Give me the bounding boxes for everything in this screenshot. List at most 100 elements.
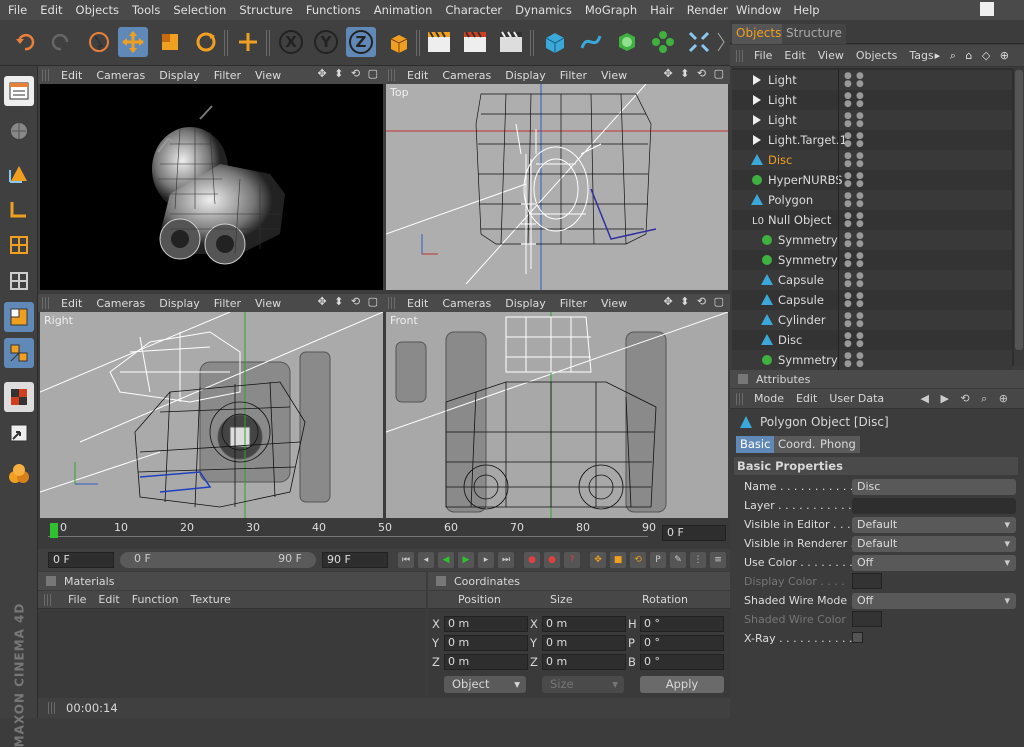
visibility-dots-icon[interactable]: ● ● — [844, 252, 852, 269]
scale-tool-icon[interactable] — [155, 27, 185, 57]
object-row[interactable]: Disc ● ● ● ● — [732, 150, 1012, 170]
spline-icon[interactable] — [576, 27, 606, 57]
object-row[interactable]: Cylinder ● ● ● ● — [732, 310, 1012, 330]
visibility-dots-icon[interactable]: ● ● — [844, 132, 852, 149]
toolbar-more-icon[interactable] — [714, 27, 728, 57]
timeline-menu-icon[interactable]: ≡ — [710, 552, 726, 568]
viewport-nav-icons[interactable]: ✥ ⬍ ⟲ ▢ — [317, 295, 380, 308]
vp3-menu-view[interactable]: View — [248, 297, 288, 310]
menu-hair[interactable]: Hair — [645, 3, 682, 17]
attr-dropdown[interactable]: Default — [852, 535, 1016, 552]
key-position-icon[interactable]: ✥ — [590, 552, 606, 568]
record-icon[interactable]: ● — [524, 552, 540, 568]
object-row[interactable]: HyperNURBS ● ● ● ● — [732, 170, 1012, 190]
end-frame-field[interactable]: 90 F — [322, 552, 388, 568]
next-key-icon[interactable]: ▸ — [478, 552, 494, 568]
menu-dynamics[interactable]: Dynamics — [510, 3, 580, 17]
nurbs-icon[interactable] — [612, 27, 642, 57]
apply-button[interactable]: Apply — [640, 676, 724, 693]
object-name[interactable]: Symmetry — [778, 253, 838, 267]
attr-field[interactable]: Disc — [852, 478, 1016, 495]
object-row[interactable]: Capsule ● ● ● ● — [732, 270, 1012, 290]
materials-menu-file[interactable]: File — [62, 593, 92, 606]
object-name[interactable]: Light — [768, 73, 797, 87]
vp4-menu-edit[interactable]: Edit — [400, 297, 435, 310]
object-row[interactable]: Symmetry ● ● ● ● — [732, 250, 1012, 270]
attr-dropdown[interactable]: Default — [852, 516, 1016, 533]
frame-range-slider[interactable]: 0 F 90 F — [120, 552, 316, 568]
vp4-menu-filter[interactable]: Filter — [553, 297, 594, 310]
deformer-icon[interactable] — [684, 27, 714, 57]
object-row[interactable]: Light.Target.1 ● ● ● ● — [732, 130, 1012, 150]
vp4-menu-cameras[interactable]: Cameras — [435, 297, 498, 310]
rotation-p-field[interactable]: 0 ° — [640, 635, 724, 651]
menu-window[interactable]: Window — [730, 3, 787, 17]
tab-objects[interactable]: Objects — [732, 24, 786, 44]
menu-structure[interactable]: Structure — [234, 3, 301, 17]
xray-checkbox[interactable] — [852, 632, 863, 643]
current-frame-field[interactable]: 0 F — [662, 525, 726, 541]
vp1-menu-filter[interactable]: Filter — [207, 69, 248, 82]
viewport-right[interactable]: Right — [40, 312, 383, 518]
y-axis-lock-button[interactable]: Y — [311, 27, 341, 57]
timeline-playhead[interactable] — [50, 523, 58, 538]
object-row[interactable]: Disc ● ● ● ● — [732, 330, 1012, 350]
rotation-b-field[interactable]: 0 ° — [640, 654, 724, 670]
object-name[interactable]: Polygon — [768, 193, 813, 207]
attr-tab-coord[interactable]: Coord. — [774, 436, 820, 453]
object-name[interactable]: Symmetry — [778, 353, 838, 367]
object-name[interactable]: Capsule — [778, 293, 824, 307]
vp3-menu-cameras[interactable]: Cameras — [89, 297, 152, 310]
coordinate-system-icon[interactable] — [384, 27, 414, 57]
x-axis-lock-button[interactable]: X — [276, 27, 306, 57]
render-settings-icon[interactable] — [496, 27, 526, 57]
visibility-dots-icon[interactable]: ● ● — [844, 292, 852, 309]
size-z-field[interactable]: 0 m — [542, 654, 626, 670]
snap-icon[interactable] — [4, 418, 34, 448]
move-tool-icon[interactable] — [118, 27, 148, 57]
viewport-nav-icons[interactable]: ✥ ⬍ ⟲ ▢ — [317, 67, 380, 80]
menu-mograph[interactable]: MoGraph — [580, 3, 645, 17]
coordinate-mode-dropdown[interactable]: Object ▾ — [444, 676, 526, 693]
visibility-dots-icon[interactable]: ● ● — [844, 332, 852, 349]
object-row[interactable]: Capsule ● ● ● ● — [732, 290, 1012, 310]
undo-icon[interactable] — [10, 27, 40, 57]
menu-functions[interactable]: Functions — [301, 3, 369, 17]
visibility-dots-icon[interactable]: ● ● — [844, 92, 852, 109]
timeline-ruler[interactable]: 0 10 20 30 40 50 60 70 80 90 0 F — [38, 519, 730, 549]
position-z-field[interactable]: 0 m — [444, 654, 528, 670]
object-row[interactable]: Light ● ● ● ● — [732, 110, 1012, 130]
key-scale-icon[interactable]: ■ — [610, 552, 626, 568]
vp3-menu-filter[interactable]: Filter — [207, 297, 248, 310]
om-menu-file[interactable]: File — [748, 49, 778, 62]
visibility-dots-icon[interactable]: ● ● — [844, 192, 852, 209]
workplane-mode-icon[interactable] — [4, 302, 34, 332]
position-y-field[interactable]: 0 m — [444, 635, 528, 651]
visibility-dots-icon[interactable]: ● ● — [844, 212, 852, 229]
key-parameter-icon[interactable]: P — [650, 552, 666, 568]
menu-objects[interactable]: Objects — [71, 3, 127, 17]
object-name[interactable]: Disc — [778, 333, 802, 347]
object-row[interactable]: Light ● ● ● ● — [732, 90, 1012, 110]
menu-help[interactable]: Help — [787, 3, 825, 17]
vp1-menu-edit[interactable]: Edit — [54, 69, 89, 82]
z-axis-lock-button[interactable]: Z — [346, 27, 376, 57]
attr-menu-mode[interactable]: Mode — [748, 392, 790, 405]
viewport-front[interactable]: Front — [386, 312, 728, 518]
visibility-dots-icon[interactable]: ● ● — [844, 152, 852, 169]
materials-menu-function[interactable]: Function — [126, 593, 185, 606]
viewport-perspective[interactable] — [40, 84, 383, 290]
key-rotation-icon[interactable]: ⟲ — [630, 552, 646, 568]
visibility-dots-icon[interactable]: ● ● — [844, 232, 852, 249]
materials-menu-edit[interactable]: Edit — [92, 593, 125, 606]
menu-tools[interactable]: Tools — [127, 3, 168, 17]
sculpt-icon[interactable] — [4, 460, 34, 490]
menu-animation[interactable]: Animation — [369, 3, 441, 17]
keyframe-selection-icon[interactable]: ? — [564, 552, 580, 568]
tab-structure[interactable]: Structure — [782, 24, 846, 44]
attr-menu-user-data[interactable]: User Data — [823, 392, 890, 405]
play-backward-icon[interactable]: ◀ — [438, 552, 454, 568]
vp2-menu-cameras[interactable]: Cameras — [435, 69, 498, 82]
color-swatch[interactable] — [852, 573, 882, 589]
texture-mode-icon[interactable] — [4, 266, 34, 296]
